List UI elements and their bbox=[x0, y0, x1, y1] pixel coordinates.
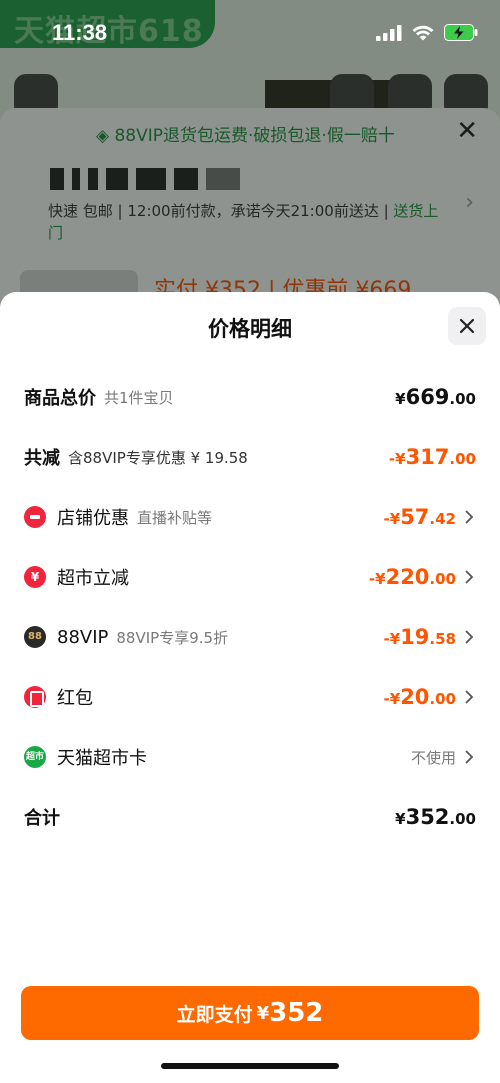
close-icon bbox=[459, 318, 475, 334]
row-value: ¥669.00 bbox=[395, 385, 476, 409]
row-label: 红包 bbox=[57, 688, 93, 709]
store-coupon-icon bbox=[24, 506, 46, 528]
88vip-badge-icon: 88 bbox=[24, 626, 46, 648]
red-packet-icon bbox=[24, 686, 46, 708]
row-label: 天猫超市卡 bbox=[57, 748, 147, 769]
signal-icon bbox=[376, 24, 402, 41]
row-label: 店铺优惠 bbox=[57, 508, 129, 529]
row-store-discount[interactable]: 店铺优惠 直播补贴等 -¥ 57.42 bbox=[24, 497, 476, 537]
row-value: -¥ 220.00 bbox=[369, 565, 476, 589]
pay-now-button[interactable]: 立即支付 ¥ 352 bbox=[21, 986, 479, 1040]
pay-button-currency: ¥ bbox=[256, 1002, 270, 1024]
status-time: 11:38 bbox=[52, 20, 108, 45]
chevron-right-icon bbox=[465, 690, 474, 704]
chevron-right-icon bbox=[465, 630, 474, 644]
row-label: 88VIP bbox=[57, 626, 109, 648]
wifi-icon bbox=[412, 25, 434, 40]
row-value: 不使用 bbox=[411, 747, 476, 768]
home-indicator[interactable] bbox=[161, 1063, 339, 1069]
row-value: -¥ 317.00 bbox=[388, 445, 476, 469]
row-value: -¥ 20.00 bbox=[384, 685, 476, 709]
row-value: -¥ 57.42 bbox=[384, 505, 476, 529]
row-value: -¥ 19.58 bbox=[384, 625, 476, 649]
row-supermarket-card[interactable]: 超市 天猫超市卡 不使用 bbox=[24, 737, 476, 777]
close-button[interactable] bbox=[448, 307, 486, 345]
row-label: 合计 bbox=[24, 808, 60, 829]
row-sub: 含88VIP专享优惠 ¥ 19.58 bbox=[68, 448, 248, 467]
price-detail-sheet: 价格明细 商品总价 共1件宝贝 ¥669.00 共减 含88VIP专享优惠 ¥ … bbox=[0, 292, 500, 1083]
pay-button-label: 立即支付 bbox=[176, 1003, 253, 1026]
yen-coin-icon: ¥ bbox=[24, 566, 46, 588]
row-label: 商品总价 bbox=[24, 388, 96, 409]
row-red-packet[interactable]: 红包 -¥ 20.00 bbox=[24, 677, 476, 717]
row-sub: 共1件宝贝 bbox=[104, 388, 174, 407]
row-label: 超市立减 bbox=[57, 568, 129, 589]
chevron-right-icon bbox=[465, 510, 474, 524]
row-label: 共减 bbox=[24, 448, 60, 469]
row-supermarket-discount[interactable]: ¥ 超市立减 -¥ 220.00 bbox=[24, 557, 476, 597]
row-total-discount: 共减 含88VIP专享优惠 ¥ 19.58 -¥ 317.00 bbox=[24, 437, 476, 477]
row-grand-total: 合计 ¥352.00 bbox=[24, 797, 476, 837]
row-sub: 88VIP专享9.5折 bbox=[116, 628, 229, 647]
row-sub: 直播补贴等 bbox=[137, 508, 213, 527]
pay-button-amount: 352 bbox=[269, 998, 324, 1028]
row-goods-total: 商品总价 共1件宝贝 ¥669.00 bbox=[24, 377, 476, 417]
supermarket-card-icon: 超市 bbox=[24, 746, 46, 768]
status-icons bbox=[376, 24, 478, 41]
row-88vip-discount[interactable]: 88 88VIP 88VIP专享9.5折 -¥ 19.58 bbox=[24, 617, 476, 657]
battery-charging-icon bbox=[444, 24, 478, 41]
chevron-right-icon bbox=[465, 750, 474, 764]
row-value: ¥352.00 bbox=[395, 805, 476, 829]
chevron-right-icon bbox=[465, 570, 474, 584]
sheet-title: 价格明细 bbox=[208, 317, 292, 341]
